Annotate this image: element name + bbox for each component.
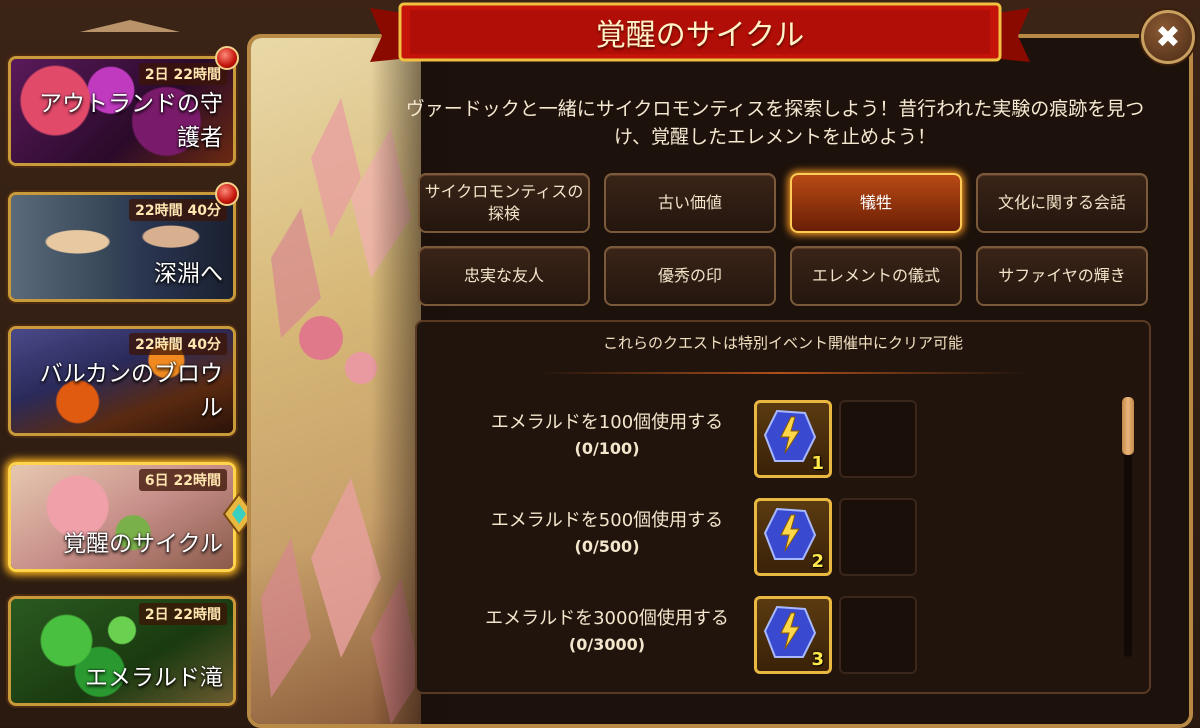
tab-mark-of-excellence[interactable]: 優秀の印 xyxy=(604,246,776,306)
reward-item[interactable]: 3 xyxy=(754,596,832,674)
quest-row: エメラルドを100個使用する (0/100) 1 xyxy=(417,400,1117,490)
event-title: 覚醒のサイクル xyxy=(63,531,223,557)
reward-item[interactable]: 2 xyxy=(754,498,832,576)
quest-text: エメラルドを500個使用する (0/500) xyxy=(437,508,777,560)
tab-loyal-friend[interactable]: 忠実な友人 xyxy=(418,246,590,306)
quest-name: エメラルドを100個使用する xyxy=(490,412,724,433)
quest-name: エメラルドを3000個使用する xyxy=(485,608,729,629)
empty-reward-slot xyxy=(839,498,917,576)
quest-text: エメラルドを3000個使用する (0/3000) xyxy=(437,606,777,658)
panel-title: 覚醒のサイクル xyxy=(595,18,805,53)
quest-name: エメラルドを500個使用する xyxy=(490,510,724,531)
event-sidebar: 2日 22時間 アウトランドの守護者 22時間 40分 深淵へ 22時間 40分… xyxy=(0,0,256,726)
scrollbar-thumb[interactable] xyxy=(1122,397,1134,455)
event-title: 深淵へ xyxy=(154,261,223,287)
quest-row: エメラルドを500個使用する (0/500) 2 xyxy=(417,498,1117,588)
tab-cultural-conversation[interactable]: 文化に関する会話 xyxy=(976,173,1148,233)
tab-element-ritual[interactable]: エレメントの儀式 xyxy=(790,246,962,306)
reward-count: 1 xyxy=(811,453,824,474)
tab-old-value[interactable]: 古い価値 xyxy=(604,173,776,233)
divider xyxy=(537,372,1027,374)
close-button[interactable]: ✖ xyxy=(1141,10,1195,64)
event-timer: 2日 22時間 xyxy=(138,63,227,85)
quest-progress: (0/500) xyxy=(574,537,640,556)
empty-reward-slot xyxy=(839,596,917,674)
tab-sapphire-shine[interactable]: サファイヤの輝き xyxy=(976,246,1148,306)
event-timer: 22時間 40分 xyxy=(129,199,227,221)
event-card-awakening-cycle[interactable]: 6日 22時間 覚醒のサイクル xyxy=(8,462,236,572)
empty-reward-slot xyxy=(839,400,917,478)
event-description: ヴァードックと一緒にサイクロモンティスを探索しよう！昔行われた実験の痕跡を見つけ… xyxy=(405,98,1145,148)
event-title: アウトランドの守護者 xyxy=(39,91,223,151)
event-title: エメラルド滝 xyxy=(85,665,223,691)
close-icon: ✖ xyxy=(1155,19,1181,55)
reward-count: 2 xyxy=(811,551,824,572)
event-timer: 6日 22時間 xyxy=(138,469,227,491)
scroll-up-arrow-icon[interactable] xyxy=(80,18,180,32)
event-card-emerald-falls[interactable]: 2日 22時間 エメラルド滝 xyxy=(8,596,236,706)
tab-sacrifice[interactable]: 犠牲 xyxy=(790,173,962,233)
event-card-outland-guardian[interactable]: 2日 22時間 アウトランドの守護者 xyxy=(8,56,236,166)
quest-list: これらのクエストは特別イベント開催中にクリア可能 エメラルドを100個使用する … xyxy=(415,320,1151,694)
tab-cyclomontis-exploration[interactable]: サイクロモンティスの探検 xyxy=(418,173,590,233)
quest-text: エメラルドを100個使用する (0/100) xyxy=(437,410,777,462)
event-card-into-the-abyss[interactable]: 22時間 40分 深淵へ xyxy=(8,192,236,302)
reward-item[interactable]: 1 xyxy=(754,400,832,478)
event-timer: 22時間 40分 xyxy=(129,333,227,355)
event-timer: 2日 22時間 xyxy=(138,603,227,625)
notification-dot-icon xyxy=(215,46,239,70)
quest-progress: (0/100) xyxy=(574,439,640,458)
notification-dot-icon xyxy=(215,182,239,206)
event-card-vulcan-brawl[interactable]: 22時間 40分 バルカンのブロウル xyxy=(8,326,236,436)
quest-row: エメラルドを3000個使用する (0/3000) 3 xyxy=(417,596,1117,686)
quest-scrollbar[interactable] xyxy=(1122,397,1134,657)
reward-count: 3 xyxy=(811,649,824,670)
quest-progress: (0/3000) xyxy=(568,635,646,654)
quest-list-header: これらのクエストは特別イベント開催中にクリア可能 xyxy=(602,334,963,352)
event-title: バルカンのブロウル xyxy=(39,361,223,421)
